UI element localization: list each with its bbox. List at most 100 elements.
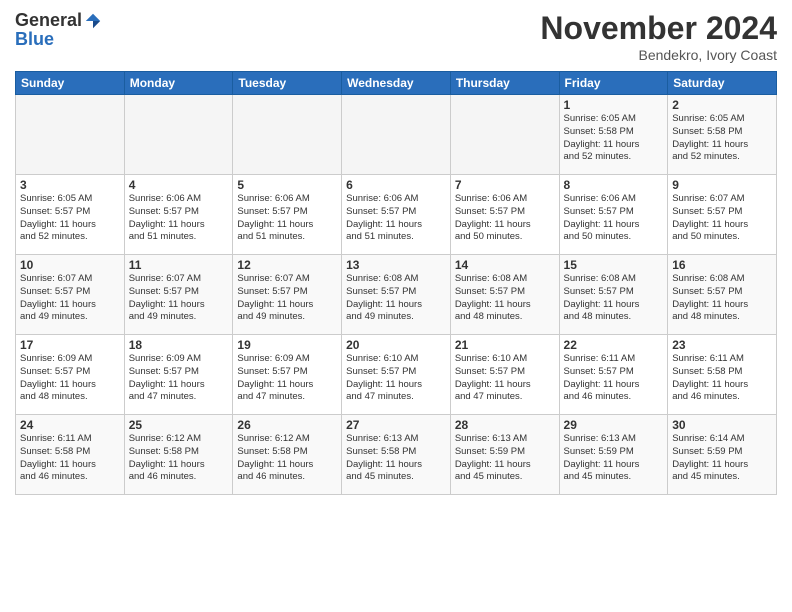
calendar-header-monday: Monday (124, 72, 233, 95)
day-number: 26 (237, 418, 337, 432)
day-info: Sunrise: 6:05 AM Sunset: 5:58 PM Dayligh… (564, 113, 664, 164)
day-number: 6 (346, 178, 446, 192)
day-info: Sunrise: 6:07 AM Sunset: 5:57 PM Dayligh… (129, 273, 229, 324)
day-number: 15 (564, 258, 664, 272)
calendar-cell: 20Sunrise: 6:10 AM Sunset: 5:57 PM Dayli… (342, 335, 451, 415)
header: General Blue November 2024 Bendekro, Ivo… (15, 10, 777, 63)
day-number: 24 (20, 418, 120, 432)
calendar-header-row: SundayMondayTuesdayWednesdayThursdayFrid… (16, 72, 777, 95)
calendar-cell: 4Sunrise: 6:06 AM Sunset: 5:57 PM Daylig… (124, 175, 233, 255)
calendar-week-0: 1Sunrise: 6:05 AM Sunset: 5:58 PM Daylig… (16, 95, 777, 175)
day-number: 22 (564, 338, 664, 352)
calendar-cell: 8Sunrise: 6:06 AM Sunset: 5:57 PM Daylig… (559, 175, 668, 255)
day-info: Sunrise: 6:07 AM Sunset: 5:57 PM Dayligh… (672, 193, 772, 244)
day-number: 13 (346, 258, 446, 272)
day-info: Sunrise: 6:09 AM Sunset: 5:57 PM Dayligh… (237, 353, 337, 404)
day-info: Sunrise: 6:06 AM Sunset: 5:57 PM Dayligh… (455, 193, 555, 244)
calendar-cell: 28Sunrise: 6:13 AM Sunset: 5:59 PM Dayli… (450, 415, 559, 495)
logo: General Blue (15, 10, 102, 50)
calendar-week-1: 3Sunrise: 6:05 AM Sunset: 5:57 PM Daylig… (16, 175, 777, 255)
calendar-cell: 12Sunrise: 6:07 AM Sunset: 5:57 PM Dayli… (233, 255, 342, 335)
day-number: 1 (564, 98, 664, 112)
calendar-cell: 11Sunrise: 6:07 AM Sunset: 5:57 PM Dayli… (124, 255, 233, 335)
calendar-cell: 14Sunrise: 6:08 AM Sunset: 5:57 PM Dayli… (450, 255, 559, 335)
day-number: 2 (672, 98, 772, 112)
calendar-cell: 29Sunrise: 6:13 AM Sunset: 5:59 PM Dayli… (559, 415, 668, 495)
day-info: Sunrise: 6:07 AM Sunset: 5:57 PM Dayligh… (20, 273, 120, 324)
calendar-header-tuesday: Tuesday (233, 72, 342, 95)
calendar-cell (16, 95, 125, 175)
calendar-cell: 22Sunrise: 6:11 AM Sunset: 5:57 PM Dayli… (559, 335, 668, 415)
day-info: Sunrise: 6:13 AM Sunset: 5:59 PM Dayligh… (564, 433, 664, 484)
day-info: Sunrise: 6:11 AM Sunset: 5:58 PM Dayligh… (672, 353, 772, 404)
calendar-header-friday: Friday (559, 72, 668, 95)
calendar-cell: 2Sunrise: 6:05 AM Sunset: 5:58 PM Daylig… (668, 95, 777, 175)
location: Bendekro, Ivory Coast (540, 47, 777, 63)
day-info: Sunrise: 6:12 AM Sunset: 5:58 PM Dayligh… (237, 433, 337, 484)
calendar-week-2: 10Sunrise: 6:07 AM Sunset: 5:57 PM Dayli… (16, 255, 777, 335)
day-number: 9 (672, 178, 772, 192)
day-number: 3 (20, 178, 120, 192)
day-number: 19 (237, 338, 337, 352)
day-info: Sunrise: 6:06 AM Sunset: 5:57 PM Dayligh… (129, 193, 229, 244)
day-info: Sunrise: 6:06 AM Sunset: 5:57 PM Dayligh… (564, 193, 664, 244)
month-title: November 2024 (540, 10, 777, 47)
logo-text: General (15, 10, 102, 31)
day-number: 28 (455, 418, 555, 432)
calendar-cell: 27Sunrise: 6:13 AM Sunset: 5:58 PM Dayli… (342, 415, 451, 495)
day-number: 10 (20, 258, 120, 272)
day-number: 5 (237, 178, 337, 192)
day-number: 29 (564, 418, 664, 432)
calendar-cell: 10Sunrise: 6:07 AM Sunset: 5:57 PM Dayli… (16, 255, 125, 335)
calendar-header-saturday: Saturday (668, 72, 777, 95)
calendar-cell: 19Sunrise: 6:09 AM Sunset: 5:57 PM Dayli… (233, 335, 342, 415)
day-info: Sunrise: 6:09 AM Sunset: 5:57 PM Dayligh… (129, 353, 229, 404)
day-number: 30 (672, 418, 772, 432)
day-number: 21 (455, 338, 555, 352)
day-number: 25 (129, 418, 229, 432)
day-number: 20 (346, 338, 446, 352)
logo-icon (84, 12, 102, 30)
day-info: Sunrise: 6:12 AM Sunset: 5:58 PM Dayligh… (129, 433, 229, 484)
calendar-cell (233, 95, 342, 175)
calendar-header-thursday: Thursday (450, 72, 559, 95)
day-number: 16 (672, 258, 772, 272)
day-info: Sunrise: 6:13 AM Sunset: 5:58 PM Dayligh… (346, 433, 446, 484)
day-info: Sunrise: 6:08 AM Sunset: 5:57 PM Dayligh… (564, 273, 664, 324)
calendar-cell: 17Sunrise: 6:09 AM Sunset: 5:57 PM Dayli… (16, 335, 125, 415)
day-number: 14 (455, 258, 555, 272)
calendar-cell: 16Sunrise: 6:08 AM Sunset: 5:57 PM Dayli… (668, 255, 777, 335)
calendar-cell: 18Sunrise: 6:09 AM Sunset: 5:57 PM Dayli… (124, 335, 233, 415)
calendar-cell: 25Sunrise: 6:12 AM Sunset: 5:58 PM Dayli… (124, 415, 233, 495)
calendar: SundayMondayTuesdayWednesdayThursdayFrid… (15, 71, 777, 495)
calendar-cell: 30Sunrise: 6:14 AM Sunset: 5:59 PM Dayli… (668, 415, 777, 495)
day-number: 12 (237, 258, 337, 272)
day-info: Sunrise: 6:13 AM Sunset: 5:59 PM Dayligh… (455, 433, 555, 484)
calendar-header-sunday: Sunday (16, 72, 125, 95)
day-info: Sunrise: 6:07 AM Sunset: 5:57 PM Dayligh… (237, 273, 337, 324)
calendar-cell: 13Sunrise: 6:08 AM Sunset: 5:57 PM Dayli… (342, 255, 451, 335)
day-info: Sunrise: 6:09 AM Sunset: 5:57 PM Dayligh… (20, 353, 120, 404)
day-info: Sunrise: 6:10 AM Sunset: 5:57 PM Dayligh… (455, 353, 555, 404)
calendar-cell: 9Sunrise: 6:07 AM Sunset: 5:57 PM Daylig… (668, 175, 777, 255)
day-number: 23 (672, 338, 772, 352)
calendar-cell: 5Sunrise: 6:06 AM Sunset: 5:57 PM Daylig… (233, 175, 342, 255)
calendar-cell (124, 95, 233, 175)
calendar-cell (450, 95, 559, 175)
day-info: Sunrise: 6:05 AM Sunset: 5:57 PM Dayligh… (20, 193, 120, 244)
calendar-cell: 7Sunrise: 6:06 AM Sunset: 5:57 PM Daylig… (450, 175, 559, 255)
calendar-cell: 24Sunrise: 6:11 AM Sunset: 5:58 PM Dayli… (16, 415, 125, 495)
logo-general: General (15, 10, 82, 31)
title-section: November 2024 Bendekro, Ivory Coast (540, 10, 777, 63)
calendar-cell: 15Sunrise: 6:08 AM Sunset: 5:57 PM Dayli… (559, 255, 668, 335)
calendar-cell: 6Sunrise: 6:06 AM Sunset: 5:57 PM Daylig… (342, 175, 451, 255)
calendar-cell: 23Sunrise: 6:11 AM Sunset: 5:58 PM Dayli… (668, 335, 777, 415)
calendar-cell: 21Sunrise: 6:10 AM Sunset: 5:57 PM Dayli… (450, 335, 559, 415)
day-number: 4 (129, 178, 229, 192)
calendar-cell: 3Sunrise: 6:05 AM Sunset: 5:57 PM Daylig… (16, 175, 125, 255)
day-number: 11 (129, 258, 229, 272)
day-info: Sunrise: 6:05 AM Sunset: 5:58 PM Dayligh… (672, 113, 772, 164)
day-number: 7 (455, 178, 555, 192)
day-info: Sunrise: 6:10 AM Sunset: 5:57 PM Dayligh… (346, 353, 446, 404)
logo-blue: Blue (15, 29, 54, 49)
